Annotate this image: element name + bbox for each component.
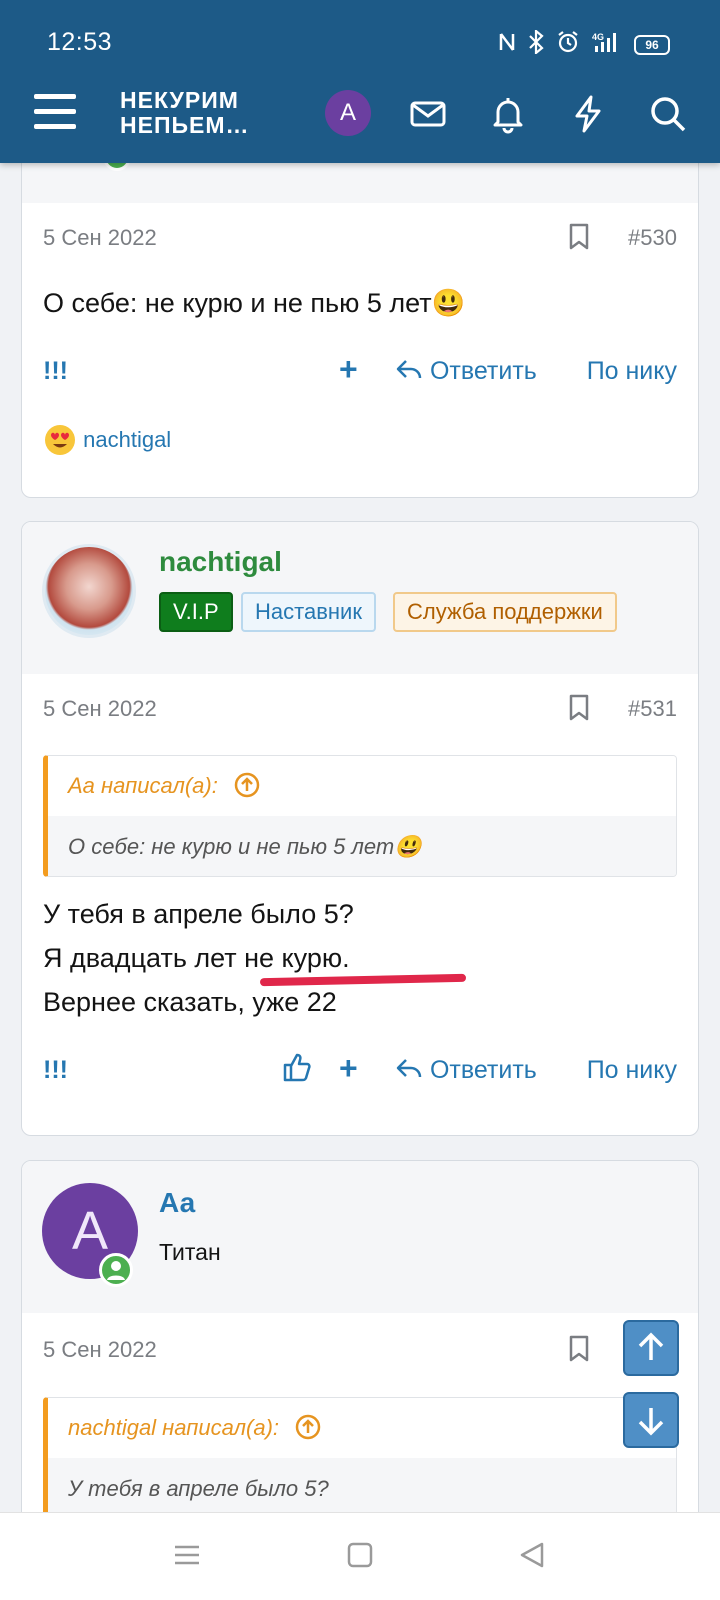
go-to-quote-icon	[234, 772, 260, 798]
post-body: У тебя в апреле было 5? Я двадцать лет н…	[43, 892, 354, 1024]
battery-indicator: 96	[634, 34, 670, 55]
logo-line-2: НЕПЬЕМ…	[120, 112, 250, 138]
scroll-up-button[interactable]	[623, 1320, 679, 1376]
bookmark-icon[interactable]	[568, 1335, 590, 1363]
reply-icon	[396, 360, 422, 379]
user-title: Титан	[159, 1239, 221, 1265]
recent-apps-icon[interactable]	[173, 1541, 201, 1574]
back-icon[interactable]	[518, 1541, 546, 1574]
online-status-icon	[99, 1253, 133, 1287]
reply-icon	[396, 1059, 422, 1078]
search-icon[interactable]	[648, 94, 688, 134]
system-navigation-bar	[0, 1512, 720, 1600]
reply-button[interactable]: Ответить	[395, 357, 537, 386]
support-badge: Служба поддержки	[393, 592, 617, 632]
quote-author: Аа написал(а):	[68, 773, 218, 798]
quote-block: Аа написал(а): О себе: не курю и не пью …	[43, 755, 677, 877]
post-line: Вернее сказать, уже 22	[43, 987, 337, 1017]
account-avatar[interactable]: A	[325, 90, 371, 136]
reply-button[interactable]: Ответить	[395, 1056, 537, 1085]
heart-eyes-emoji-icon	[45, 425, 75, 455]
logo-line-1: НЕКУРИМ	[120, 87, 239, 113]
post-line: У тебя в апреле было 5?	[43, 899, 354, 929]
site-logo[interactable]: НЕКУРИМ НЕПЬЕМ…	[120, 88, 250, 138]
reaction-button[interactable]: !!!	[43, 1056, 68, 1085]
bookmark-icon[interactable]	[568, 223, 590, 251]
mentor-badge: Наставник	[241, 592, 376, 632]
post-card: 5 Сен 2022 #530 О себе: не курю и не пью…	[21, 120, 699, 498]
post-author-header: A Аа Титан	[22, 1161, 698, 1313]
status-bar: 12:53 4G 96	[0, 0, 720, 88]
quote-text: О себе: не курю и не пью 5 лет😃	[48, 816, 676, 876]
post-number[interactable]: #531	[628, 696, 677, 722]
multiquote-button[interactable]: +	[339, 1050, 358, 1087]
post-date[interactable]: 5 Сен 2022	[43, 225, 157, 251]
post-date[interactable]: 5 Сен 2022	[43, 696, 157, 722]
quote-author: nachtigal написал(а):	[68, 1415, 280, 1440]
post-body: О себе: не курю и не пью 5 лет😃	[43, 288, 466, 318]
reply-label: Ответить	[429, 1056, 537, 1084]
post-date[interactable]: 5 Сен 2022	[43, 1337, 157, 1363]
mail-icon[interactable]	[408, 94, 448, 134]
status-time: 12:53	[47, 28, 113, 56]
post-actions: !!! + Ответить По нику	[43, 1050, 677, 1092]
arrow-down-icon	[638, 1408, 664, 1436]
arrow-up-icon	[638, 1332, 664, 1360]
like-icon[interactable]	[283, 1052, 311, 1089]
vip-badge: V.I.P	[159, 592, 233, 632]
scroll-down-button[interactable]	[623, 1392, 679, 1448]
by-nick-button[interactable]: По нику	[587, 1056, 677, 1085]
signal-4g-icon: 4G	[592, 30, 622, 59]
nfc-icon	[498, 31, 516, 58]
reaction-summary[interactable]: nachtigal	[43, 423, 171, 457]
post-actions: !!! + Ответить По нику	[43, 351, 677, 393]
post-card: A Аа Титан 5 Сен 2022 #532 nachtigal нап…	[21, 1160, 699, 1560]
lightning-icon[interactable]	[568, 94, 608, 134]
bluetooth-icon	[528, 28, 544, 59]
post-card: nachtigal V.I.P Наставник Служба поддерж…	[21, 521, 699, 1136]
post-author-name[interactable]: nachtigal	[159, 546, 282, 578]
alarm-icon	[556, 30, 580, 59]
reaction-user: nachtigal	[83, 427, 172, 452]
avatar[interactable]	[42, 544, 136, 638]
by-nick-button[interactable]: По нику	[587, 357, 677, 386]
quote-header[interactable]: Аа написал(а):	[48, 756, 676, 816]
reply-label: Ответить	[429, 357, 537, 385]
home-icon[interactable]	[346, 1541, 374, 1574]
quote-header[interactable]: nachtigal написал(а):	[48, 1398, 676, 1458]
post-line: Я двадцать лет не курю.	[43, 943, 350, 973]
menu-icon[interactable]	[34, 94, 76, 130]
post-author-name[interactable]: Аа	[159, 1187, 195, 1219]
quote-text: У тебя в апреле было 5?	[48, 1458, 676, 1518]
top-app-bar: 12:53 4G 96 НЕКУРИМ НЕПЬЕМ… A	[0, 0, 720, 163]
go-to-quote-icon	[295, 1414, 321, 1440]
post-author-header: nachtigal V.I.P Наставник Служба поддерж…	[22, 522, 698, 674]
svg-text:4G: 4G	[592, 32, 604, 42]
bell-icon[interactable]	[488, 94, 528, 134]
bookmark-icon[interactable]	[568, 694, 590, 722]
reaction-button[interactable]: !!!	[43, 357, 68, 386]
status-icons: 4G 96	[498, 28, 670, 59]
multiquote-button[interactable]: +	[339, 351, 358, 388]
post-number[interactable]: #530	[628, 225, 677, 251]
